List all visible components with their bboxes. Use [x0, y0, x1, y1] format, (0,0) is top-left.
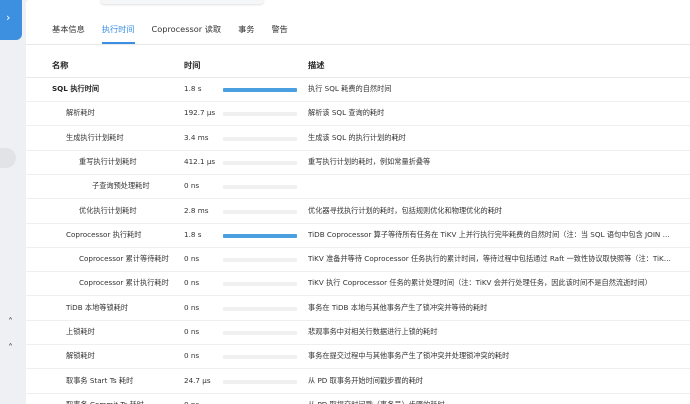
time-progress-bar — [223, 233, 297, 238]
row-description: 悲观事务中对相关行数据进行上锁的耗时 — [308, 327, 438, 336]
tab-coprocessor-read[interactable]: Coprocessor 读取 — [152, 22, 222, 44]
row-name: 取事务 Commit Ts 耗时 — [66, 400, 144, 404]
side-toggle-button[interactable]: › — [0, 0, 22, 40]
row-time: 0 ns — [184, 181, 200, 191]
time-progress-bar — [223, 88, 297, 92]
time-progress-bar — [223, 209, 297, 214]
row-description: TiDB Coprocessor 算子等待所有任务在 TiKV 上并行执行完毕耗… — [308, 229, 670, 239]
row-description: TiKV 执行 Coprocessor 任务的累计处理时间（注：TiKV 会并行… — [308, 278, 652, 288]
tab-transaction[interactable]: 事务 — [238, 22, 254, 44]
side-strip: › ˄ ˄ — [0, 0, 26, 404]
row-time: 412.1 μs — [184, 156, 216, 166]
row-name: 取事务 Start Ts 耗时 — [66, 375, 134, 385]
time-progress-bar — [223, 258, 297, 263]
collapse-up-icon[interactable]: ˄ — [8, 344, 13, 354]
collapse-up-icon[interactable]: ˄ — [8, 318, 13, 328]
row-name: 解析耗时 — [66, 108, 95, 118]
row-time: 1.8 s — [184, 229, 202, 239]
row-time: 1.8 s — [184, 84, 202, 93]
table-row[interactable]: Coprocessor 执行耗时 1.8 s TiDB Coprocessor 算子… — [26, 224, 690, 248]
expand-icon: › — [6, 11, 11, 24]
table-row[interactable]: Coprocessor 累计执行耗时 0 ns TiKV 执行 Coprocesso… — [26, 272, 690, 297]
row-name: 生成执行计划耗时 — [66, 132, 124, 142]
time-progress-fill — [223, 233, 297, 238]
side-handle[interactable] — [0, 148, 16, 168]
table-row[interactable]: 解析耗时 192.7 μs 解析该 SQL 查询的耗时 — [26, 102, 690, 127]
table-row[interactable]: 重写执行计划耗时 412.1 μs 重写执行计划的耗时，例如常量折叠等 — [26, 151, 690, 175]
row-name: TiDB 本地等锁耗时 — [66, 302, 129, 312]
table-row[interactable]: 优化执行计划耗时 2.8 ms 优化器寻找执行计划的耗时，包括规则优化和物理优化的耗… — [26, 200, 690, 224]
row-description: 事务在提交过程中与其他事务产生了锁冲突并处理锁冲突的耗时 — [308, 351, 510, 361]
table-row[interactable]: 解锁耗时 0 ns 事务在提交过程中与其他事务产生了锁冲突并处理锁冲突的耗时 — [26, 345, 690, 370]
row-description: TiKV 准备并等待 Coprocessor 任务执行的累计时间，等待过程中包括… — [308, 254, 671, 264]
row-name: Coprocessor 累计等待耗时 — [79, 254, 169, 264]
table-row[interactable]: 生成执行计划耗时 3.4 ms 生成该 SQL 的执行计划的耗时 — [26, 127, 690, 151]
time-progress-bar — [223, 136, 297, 141]
row-name: SQL 执行时间 — [52, 84, 100, 93]
row-description: 执行 SQL 耗费的自然时间 — [308, 84, 392, 93]
row-description: 解析该 SQL 查询的耗时 — [308, 108, 385, 118]
time-progress-bar — [223, 331, 297, 335]
row-name: 子查询预处理耗时 — [92, 181, 150, 191]
table-row[interactable]: SQL 执行时间 1.8 s 执行 SQL 耗费的自然时间 — [26, 78, 690, 102]
row-time: 0 ns — [184, 327, 200, 336]
time-progress-bar — [223, 306, 297, 311]
row-time: 3.4 ms — [184, 132, 209, 142]
row-time: 2.8 ms — [184, 205, 209, 215]
row-name: 优化执行计划耗时 — [79, 205, 137, 215]
time-progress-bar — [223, 282, 297, 287]
column-header-description: 描述 — [308, 60, 325, 70]
row-time: 0 ns — [184, 351, 200, 361]
table-row[interactable]: Coprocessor 累计等待耗时 0 ns TiKV 准备并等待 Coproce… — [26, 248, 690, 273]
table-row[interactable]: 子查询预处理耗时 0 ns — [26, 175, 690, 200]
row-description: 重写执行计划的耗时，例如常量折叠等 — [308, 156, 431, 166]
row-name: 解锁耗时 — [66, 351, 95, 361]
tabs-divider — [26, 44, 690, 45]
time-progress-bar — [223, 379, 297, 384]
table-row[interactable]: 取事务 Commit Ts 耗时 0 ns 从 PD 取提交时间戳（事务号）步骤的耗… — [26, 394, 690, 404]
tab-execution-time[interactable]: 执行时间 — [101, 22, 135, 44]
row-time: 192.7 μs — [184, 108, 216, 118]
table-row[interactable]: 上锁耗时 0 ns 悲观事务中对相关行数据进行上锁的耗时 — [26, 321, 690, 345]
table-header: 名称 时间 描述 — [26, 50, 690, 78]
row-name: Coprocessor 累计执行耗时 — [79, 278, 169, 288]
table-row[interactable]: TiDB 本地等锁耗时 0 ns 事务在 TiDB 本地与其他事务产生了锁冲突并等待… — [26, 297, 690, 321]
row-name: Coprocessor 执行耗时 — [66, 229, 142, 239]
row-description: 优化器寻找执行计划的耗时，包括规则优化和物理优化的耗时 — [308, 205, 503, 215]
tab-warnings[interactable]: 警告 — [271, 22, 287, 44]
time-progress-bar — [223, 185, 297, 190]
time-progress-bar — [223, 160, 297, 165]
row-description: 从 PD 取提交时间戳（事务号）步骤的耗时 — [308, 400, 686, 404]
row-name: 重写执行计划耗时 — [79, 156, 137, 166]
detail-panel: 基本信息 执行时间 Coprocessor 读取 事务 警告 名称 时间 描述 … — [26, 0, 690, 404]
row-name: 上锁耗时 — [66, 327, 95, 336]
column-header-time: 时间 — [184, 60, 201, 70]
row-time: 0 ns — [184, 302, 200, 312]
time-progress-fill — [223, 88, 297, 92]
tab-basic-info[interactable]: 基本信息 — [52, 22, 85, 44]
row-time: 0 ns — [184, 400, 199, 404]
header-card — [100, 0, 264, 4]
time-progress-bar — [223, 112, 297, 117]
table-row[interactable]: 取事务 Start Ts 耗时 24.7 μs 从 PD 取事务开始时间戳步骤的耗时 — [26, 370, 690, 394]
column-header-name: 名称 — [52, 60, 69, 70]
time-progress-bar — [223, 355, 297, 360]
row-description: 生成该 SQL 的执行计划的耗时 — [308, 132, 406, 142]
row-time: 0 ns — [184, 254, 200, 264]
row-description: 事务在 TiDB 本地与其他事务产生了锁冲突并等待的耗时 — [308, 302, 488, 312]
detail-tabs: 基本信息 执行时间 Coprocessor 读取 事务 警告 — [52, 22, 305, 44]
row-description: 从 PD 取事务开始时间戳步骤的耗时 — [308, 375, 424, 385]
row-time: 0 ns — [184, 278, 200, 288]
row-time: 24.7 μs — [184, 375, 211, 385]
